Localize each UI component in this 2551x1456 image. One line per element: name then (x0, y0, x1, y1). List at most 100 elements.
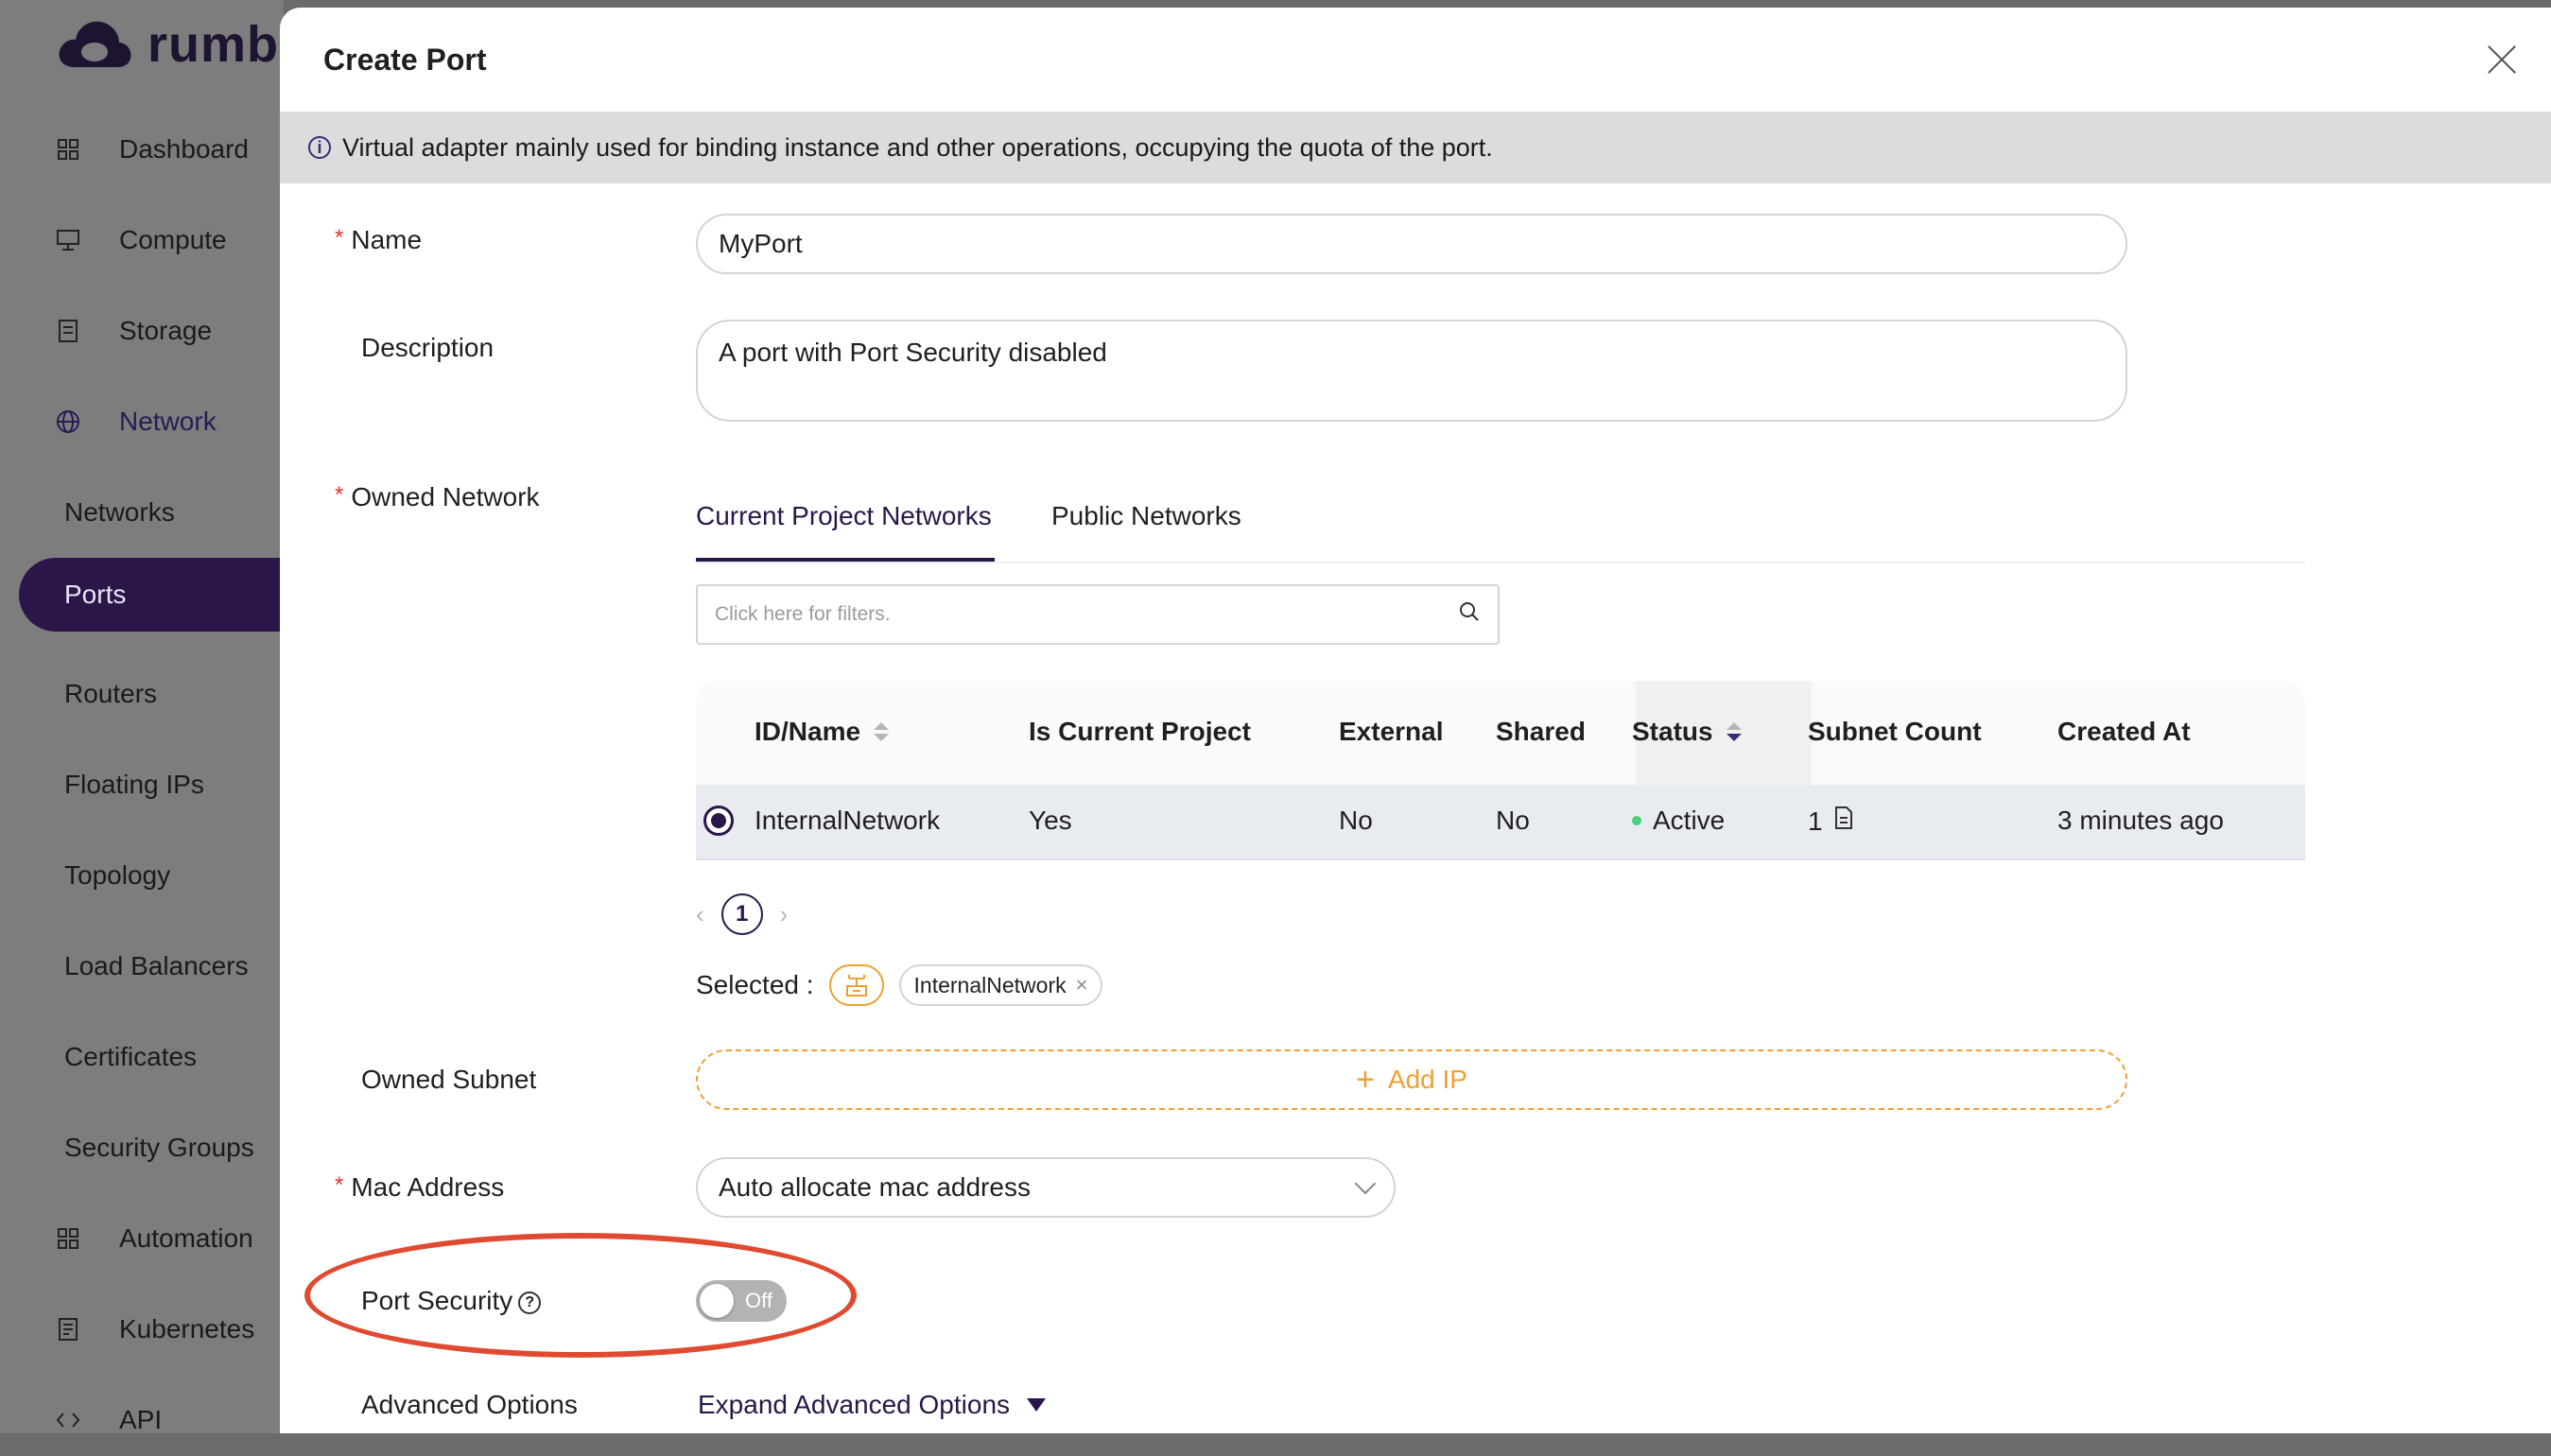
sidebar-item-label: Ports (64, 580, 127, 609)
name-input[interactable] (696, 214, 2127, 274)
monitor-icon (55, 227, 81, 253)
selected-network-tag: InternalNetwork × (898, 964, 1103, 1006)
required-mark: * (335, 1172, 344, 1198)
page-number[interactable]: 1 (720, 893, 763, 935)
sidebar-item-compute[interactable]: Compute (0, 204, 284, 276)
storage-icon (55, 318, 81, 344)
status-dot (1632, 816, 1641, 825)
mac-address-label: * Mac Address (335, 1172, 505, 1202)
expand-advanced-options-link[interactable]: Expand Advanced Options (698, 1390, 1047, 1420)
code-icon (55, 1407, 81, 1433)
sidebar-item-label: Certificates (64, 1042, 198, 1071)
sidebar-item-load-balancers[interactable]: Load Balancers (0, 930, 284, 1002)
info-icon: i (308, 136, 331, 159)
sidebar-item-network[interactable]: Network (0, 386, 284, 458)
add-ip-button[interactable]: + Add IP (696, 1049, 2127, 1110)
grid-icon (55, 136, 81, 163)
logo-text: rumbl (148, 16, 295, 73)
active-tab-indicator (696, 558, 995, 562)
selected-network: Selected : InternalNetwork × (696, 964, 1103, 1006)
sidebar-item-label: Network (119, 407, 217, 436)
sidebar-item-topology[interactable]: Topology (0, 840, 284, 911)
table-header: ID/Name Is Current Project External Shar… (696, 681, 2305, 785)
cell-current: Yes (1029, 806, 1072, 835)
modal-header: Create Port (280, 8, 2551, 113)
column-status[interactable]: Status (1632, 717, 1742, 747)
sidebar-item-dashboard[interactable]: Dashboard (0, 113, 284, 185)
row-radio[interactable] (703, 806, 734, 836)
filter-input[interactable]: Click here for filters. (696, 584, 1500, 645)
sidebar-item-label: Kubernetes (119, 1314, 255, 1343)
sidebar-item-security-groups[interactable]: Security Groups (0, 1112, 284, 1184)
create-port-modal: Create Port i Virtual adapter mainly use… (280, 8, 2551, 1433)
sidebar-item-certificates[interactable]: Certificates (0, 1021, 284, 1093)
plus-icon: + (1356, 1062, 1375, 1098)
sidebar-item-routers[interactable]: Routers (0, 658, 284, 730)
sidebar-item-storage[interactable]: Storage (0, 295, 284, 367)
mac-address-select[interactable]: Auto allocate mac address (696, 1157, 1396, 1218)
sort-icon[interactable] (1726, 722, 1742, 741)
sidebar-item-automation[interactable]: Automation (0, 1203, 284, 1274)
description-label: Description (361, 333, 495, 362)
sidebar-item-api[interactable]: API (0, 1384, 284, 1456)
sidebar-item-ports[interactable]: Ports (19, 558, 303, 632)
info-banner: i Virtual adapter mainly used for bindin… (280, 112, 2551, 183)
column-created-at: Created At (2057, 717, 2191, 746)
modal-title: Create Port (323, 42, 487, 77)
annotation-ellipse (304, 1233, 857, 1358)
sidebar-item-label: Automation (119, 1223, 253, 1253)
sidebar-item-label: Routers (64, 679, 158, 708)
networks-table: ID/Name Is Current Project External Shar… (696, 681, 2305, 860)
column-is-current-project: Is Current Project (1029, 717, 1251, 746)
remove-tag-icon[interactable]: × (1076, 973, 1088, 997)
sidebar-item-label: Topology (64, 860, 171, 890)
sidebar: rumbl Dashboard Compute Storage Network (0, 0, 303, 1434)
chevron-down-icon (1354, 1172, 1377, 1195)
sidebar-item-label: Dashboard (119, 134, 249, 164)
logo[interactable]: rumbl (55, 11, 294, 78)
prev-page-icon[interactable]: ‹ (696, 900, 704, 929)
sidebar-item-label: Floating IPs (64, 770, 204, 799)
document-icon (55, 1316, 81, 1343)
pagination: ‹ 1 › (696, 891, 788, 938)
search-icon[interactable] (1458, 600, 1481, 629)
cell-shared: No (1496, 806, 1530, 835)
grid-icon (55, 1225, 81, 1252)
cell-subnet-count: 1 (1808, 806, 1853, 837)
document-icon[interactable] (1834, 806, 1853, 837)
required-mark: * (335, 482, 344, 508)
sidebar-item-label: Storage (119, 316, 213, 345)
description-textarea[interactable]: A port with Port Security disabled (696, 320, 2127, 422)
sidebar-item-networks[interactable]: Networks (0, 477, 284, 548)
required-mark: * (335, 225, 344, 251)
column-id-name[interactable]: ID/Name (755, 717, 890, 747)
cell-status: Active (1632, 806, 1725, 836)
table-row[interactable]: InternalNetwork Yes No No Active 1 3 min… (696, 785, 2305, 860)
name-label: * Name (335, 225, 423, 254)
filter-placeholder: Click here for filters. (715, 603, 891, 625)
sidebar-item-floating-ips[interactable]: Floating IPs (0, 749, 284, 821)
sidebar-item-label: Compute (119, 225, 227, 254)
column-external: External (1339, 717, 1444, 746)
cell-created-at: 3 minutes ago (2057, 806, 2224, 835)
cloud-logo-icon (55, 14, 132, 75)
cell-external: No (1339, 806, 1373, 835)
column-subnet-count: Subnet Count (1808, 717, 1982, 746)
sidebar-item-label: API (119, 1405, 163, 1434)
sidebar-item-kubernetes[interactable]: Kubernetes (0, 1293, 284, 1365)
cell-name: InternalNetwork (755, 806, 941, 835)
caret-down-icon (1027, 1398, 1047, 1412)
owned-network-label: * Owned Network (335, 482, 540, 511)
network-icon (828, 964, 884, 1006)
info-text: Virtual adapter mainly used for binding … (342, 132, 1493, 162)
next-page-icon[interactable]: › (780, 900, 789, 929)
sort-icon[interactable] (874, 722, 890, 741)
advanced-options-label: Advanced Options (361, 1390, 578, 1419)
tab-public-networks[interactable]: Public Networks (1051, 501, 1241, 531)
tab-current-project-networks[interactable]: Current Project Networks (696, 501, 992, 531)
sidebar-item-label: Load Balancers (64, 951, 249, 980)
close-icon[interactable] (2485, 43, 2519, 77)
network-tabs: Current Project Networks Public Networks (696, 486, 2305, 563)
sidebar-item-label: Networks (64, 497, 175, 527)
selected-label: Selected : (696, 970, 814, 999)
